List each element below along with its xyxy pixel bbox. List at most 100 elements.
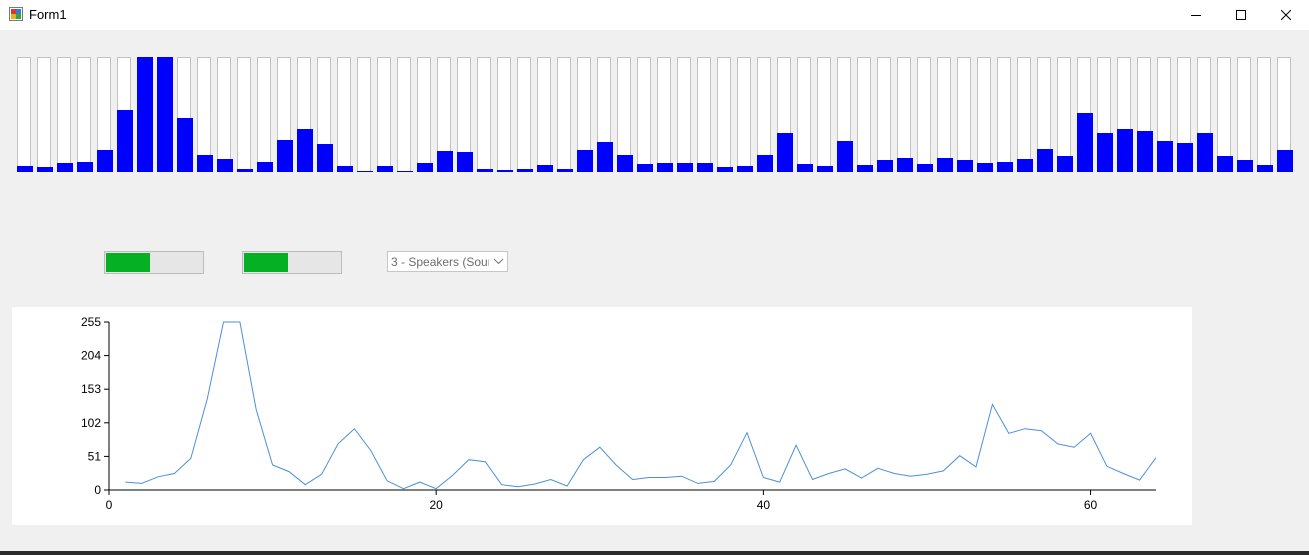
spectrum-bar (77, 57, 93, 172)
spectrum-bar-fill (37, 167, 53, 172)
spectrum-bar-fill (1077, 113, 1093, 172)
x-tick-label: 0 (106, 498, 113, 512)
spectrum-bar (557, 57, 573, 172)
spectrum-bar-fill (1097, 133, 1113, 172)
spectrum-bar-fill (797, 164, 813, 172)
app-icon (9, 7, 23, 21)
spectrum-bar (277, 57, 293, 172)
spectrum-bar-fill (317, 144, 333, 172)
spectrum-bar-fill (297, 129, 313, 172)
spectrum-bar-fill (1057, 156, 1073, 172)
spectrum-bar (917, 57, 933, 172)
spectrum-bar-fill (617, 155, 633, 172)
spectrum-bar-fill (397, 171, 413, 172)
spectrum-bar (37, 57, 53, 172)
spectrum-bar-fill (417, 163, 433, 172)
spectrum-bar-fill (197, 155, 213, 172)
spectrum-bar-fill (817, 166, 833, 172)
spectrum-bar (377, 57, 393, 172)
spectrum-bar (1117, 57, 1133, 172)
spectrum-bar (97, 57, 113, 172)
spectrum-bar-fill (697, 163, 713, 172)
minimize-button[interactable] (1173, 0, 1219, 30)
spectrum-bar (677, 57, 693, 172)
y-tick-label: 153 (81, 382, 101, 396)
audio-device-select[interactable]: 3 - Speakers (Sound (387, 251, 508, 272)
y-tick-label: 204 (81, 349, 101, 363)
spectrum-bar (777, 57, 793, 172)
spectrum-bar-fill (377, 166, 393, 172)
spectrum-bar (1057, 57, 1073, 172)
spectrum-bar-fill (257, 162, 273, 172)
spectrum-bar-fill (357, 171, 373, 172)
spectrum-bar (397, 57, 413, 172)
spectrum-bar (897, 57, 913, 172)
y-tick-label: 255 (81, 315, 101, 329)
spectrum-bar-fill (1017, 159, 1033, 172)
spectrum-bar (877, 57, 893, 172)
chevron-down-icon (493, 258, 504, 265)
spectrum-bar (537, 57, 553, 172)
spectrum-bar-fill (977, 163, 993, 172)
title-bar[interactable]: Form1 (0, 0, 1309, 30)
spectrum-bar-fill (437, 151, 453, 172)
spectrum-bar (1177, 57, 1193, 172)
spectrum-bar (637, 57, 653, 172)
spectrum-bars (17, 57, 1293, 172)
spectrum-bar (737, 57, 753, 172)
spectrum-bar (337, 57, 353, 172)
main-window: Form1 3 - Speakers (Sound (0, 0, 1309, 555)
spectrum-line-chart: 0 51 102 153 204 255 0 20 40 60 (12, 307, 1192, 525)
spectrum-bar-fill (1117, 129, 1133, 172)
spectrum-bar-fill (917, 164, 933, 172)
spectrum-bar (117, 57, 133, 172)
spectrum-bar-fill (577, 150, 593, 172)
spectrum-bar (1277, 57, 1293, 172)
spectrum-bar-fill (717, 167, 733, 172)
line-chart-svg: 0 51 102 153 204 255 0 20 40 60 (81, 315, 1157, 512)
spectrum-bar-fill (337, 166, 353, 172)
spectrum-bar (1197, 57, 1213, 172)
spectrum-bar-fill (1177, 143, 1193, 172)
spectrum-bar (1257, 57, 1273, 172)
spectrum-bar-fill (77, 162, 93, 172)
spectrum-bar (177, 57, 193, 172)
spectrum-bar-fill (877, 160, 893, 172)
spectrum-bar (837, 57, 853, 172)
spectrum-bar (217, 57, 233, 172)
spectrum-bar-fill (217, 159, 233, 172)
spectrum-bar-fill (137, 57, 153, 172)
x-tick-label: 40 (757, 498, 771, 512)
spectrum-bar (297, 57, 313, 172)
spectrum-bar-fill (837, 141, 853, 172)
spectrum-bar-fill (277, 140, 293, 172)
spectrum-bar-fill (897, 158, 913, 172)
spectrum-bar-fill (597, 142, 613, 172)
maximize-button[interactable] (1218, 0, 1264, 30)
spectrum-bar (717, 57, 733, 172)
right-level-meter (242, 251, 342, 274)
spectrum-bar (817, 57, 833, 172)
spectrum-bar (697, 57, 713, 172)
spectrum-bar-fill (1217, 156, 1233, 172)
spectrum-bar-fill (97, 150, 113, 172)
spectrum-bar (937, 57, 953, 172)
spectrum-bar (957, 57, 973, 172)
close-button[interactable] (1263, 0, 1309, 30)
spectrum-bar-fill (677, 163, 693, 172)
spectrum-bar-fill (657, 163, 673, 172)
spectrum-bar (1237, 57, 1253, 172)
spectrum-bar (417, 57, 433, 172)
spectrum-bar (577, 57, 593, 172)
spectrum-bar-fill (1037, 149, 1053, 172)
spectrum-bar-fill (457, 152, 473, 172)
x-tick-label: 60 (1084, 498, 1098, 512)
spectrum-bar (437, 57, 453, 172)
spectrum-bar (197, 57, 213, 172)
left-level-fill (106, 253, 150, 272)
spectrum-bar-fill (737, 166, 753, 172)
spectrum-bar-fill (157, 57, 173, 172)
spectrum-bar-fill (937, 158, 953, 172)
spectrum-bar-fill (1257, 165, 1273, 172)
spectrum-bar-fill (757, 155, 773, 172)
